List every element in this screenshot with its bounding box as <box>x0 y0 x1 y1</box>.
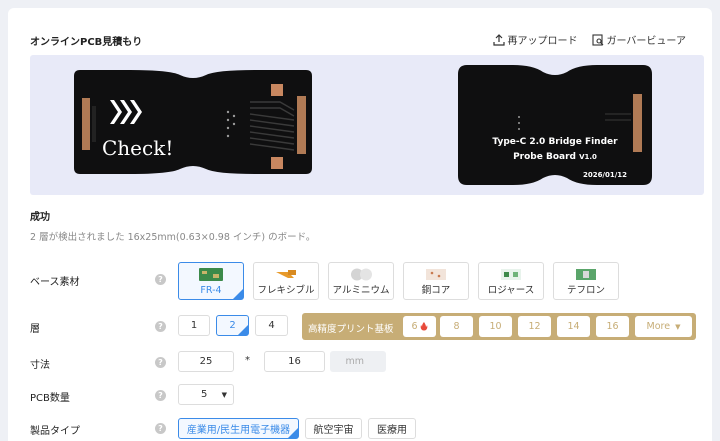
height-input[interactable]: 16 <box>264 351 325 372</box>
material-label-flex: フレキシブル <box>257 285 315 296</box>
material-option-flex[interactable]: フレキシブル <box>253 262 319 300</box>
rogers-thumbnail-icon <box>501 269 521 280</box>
layer-option-4[interactable]: 4 <box>255 315 288 336</box>
material-label-aluminum: アルミニウム <box>332 285 390 296</box>
quantity-value: 5 <box>201 389 208 400</box>
upload-icon <box>492 33 505 46</box>
product-type-industrial[interactable]: 産業用/民生用電子機器 <box>178 418 299 439</box>
pcb-preview: Check! Type-C 2.0 Bridge Finder Probe Bo… <box>30 55 704 195</box>
page-title: オンラインPCB見積もり <box>30 37 143 48</box>
left-board-text: Check! <box>102 136 173 160</box>
material-label-teflon: テフロン <box>566 285 605 296</box>
svg-text:Probe Board V1.0: Probe Board V1.0 <box>513 152 597 162</box>
unit-value: mm <box>345 356 364 367</box>
right-board-date: 2026/01/12 <box>583 171 627 179</box>
material-label-rogers: ロジャース <box>487 285 535 296</box>
selected-corner-mark <box>288 428 298 438</box>
quote-card: オンラインPCB見積もり 再アップロード ガーバービューア Check! Typ… <box>8 8 712 441</box>
width-input[interactable]: 25 <box>178 351 234 372</box>
dimensions-label: 寸法 <box>30 360 50 371</box>
teflon-thumbnail-icon <box>576 269 596 280</box>
aluminum-thumbnail-icon <box>351 268 372 281</box>
help-icon[interactable]: ? <box>155 357 166 368</box>
selected-corner-mark <box>238 325 248 335</box>
layer-option-2-label: 2 <box>229 320 236 331</box>
product-type-aerospace[interactable]: 航空宇宙 <box>305 418 362 439</box>
selected-corner-mark <box>233 289 243 299</box>
quantity-select[interactable]: 5 ▼ <box>178 384 234 405</box>
hp-layer-option-10[interactable]: 10 <box>479 316 512 337</box>
reupload-label: 再アップロード <box>507 36 578 47</box>
header-actions: 再アップロード ガーバービューア <box>492 32 687 47</box>
help-icon[interactable]: ? <box>155 321 166 332</box>
flame-icon <box>420 322 427 331</box>
help-icon[interactable]: ? <box>155 274 166 285</box>
hp-layer-option-6[interactable]: 6 <box>403 316 436 337</box>
pcb-top-view: Check! <box>74 70 312 174</box>
pcb-bottom-view: Type-C 2.0 Bridge Finder Probe Board V1.… <box>458 65 652 185</box>
hp-layer-option-12[interactable]: 12 <box>518 316 551 337</box>
caret-down-icon: ▼ <box>675 322 681 331</box>
high-precision-group: 高精度プリント基板 6 8 10 12 14 16 More ▼ <box>302 313 696 340</box>
high-precision-label: 高精度プリント基板 <box>308 324 394 335</box>
more-layers-dropdown[interactable]: More ▼ <box>635 316 692 337</box>
material-option-aluminum[interactable]: アルミニウム <box>328 262 394 300</box>
material-option-fr4[interactable]: FR-4 <box>178 262 244 300</box>
result-title: 成功 <box>30 212 50 223</box>
result-description: 2 層が検出されました 16x25mm(0.63×0.98 インチ) のボード。 <box>30 232 316 243</box>
product-type-label: 製品タイプ <box>30 426 80 437</box>
reupload-button[interactable]: 再アップロード <box>492 32 578 47</box>
hp-layer-option-8[interactable]: 8 <box>440 316 473 337</box>
more-label: More <box>646 321 671 332</box>
hp-layer-option-14[interactable]: 14 <box>557 316 590 337</box>
hp-layer-6-label: 6 <box>411 321 418 332</box>
right-board-line1: Type-C 2.0 Bridge Finder <box>492 137 618 147</box>
unit-select[interactable]: mm <box>330 351 386 372</box>
material-label-fr4: FR-4 <box>200 285 222 296</box>
product-type-industrial-label: 産業用/民生用電子機器 <box>186 425 291 436</box>
caret-down-icon: ▼ <box>221 390 227 399</box>
layers-label: 層 <box>30 324 40 335</box>
copper-core-thumbnail-icon <box>426 269 446 280</box>
help-icon[interactable]: ? <box>155 390 166 401</box>
material-label-copper-core: 銅コア <box>421 285 451 296</box>
layer-option-2[interactable]: 2 <box>216 315 249 336</box>
flex-thumbnail-icon <box>276 270 296 278</box>
material-option-rogers[interactable]: ロジャース <box>478 262 544 300</box>
dimension-separator: * <box>245 355 250 366</box>
material-option-teflon[interactable]: テフロン <box>553 262 619 300</box>
quantity-label: PCB数量 <box>30 393 70 404</box>
hp-layer-option-16[interactable]: 16 <box>596 316 629 337</box>
gerber-viewer-label: ガーバービューア <box>606 36 687 47</box>
fr4-thumbnail-icon <box>199 268 223 281</box>
right-board-line2: Probe Board <box>513 152 576 162</box>
gerber-viewer-button[interactable]: ガーバービューア <box>591 32 687 47</box>
help-icon[interactable]: ? <box>155 423 166 434</box>
layer-option-1[interactable]: 1 <box>178 315 210 336</box>
right-board-version: V1.0 <box>579 153 597 161</box>
viewer-icon <box>591 33 603 46</box>
material-label: ベース素材 <box>30 277 80 288</box>
product-type-medical[interactable]: 医療用 <box>368 418 416 439</box>
material-option-copper-core[interactable]: 銅コア <box>403 262 469 300</box>
